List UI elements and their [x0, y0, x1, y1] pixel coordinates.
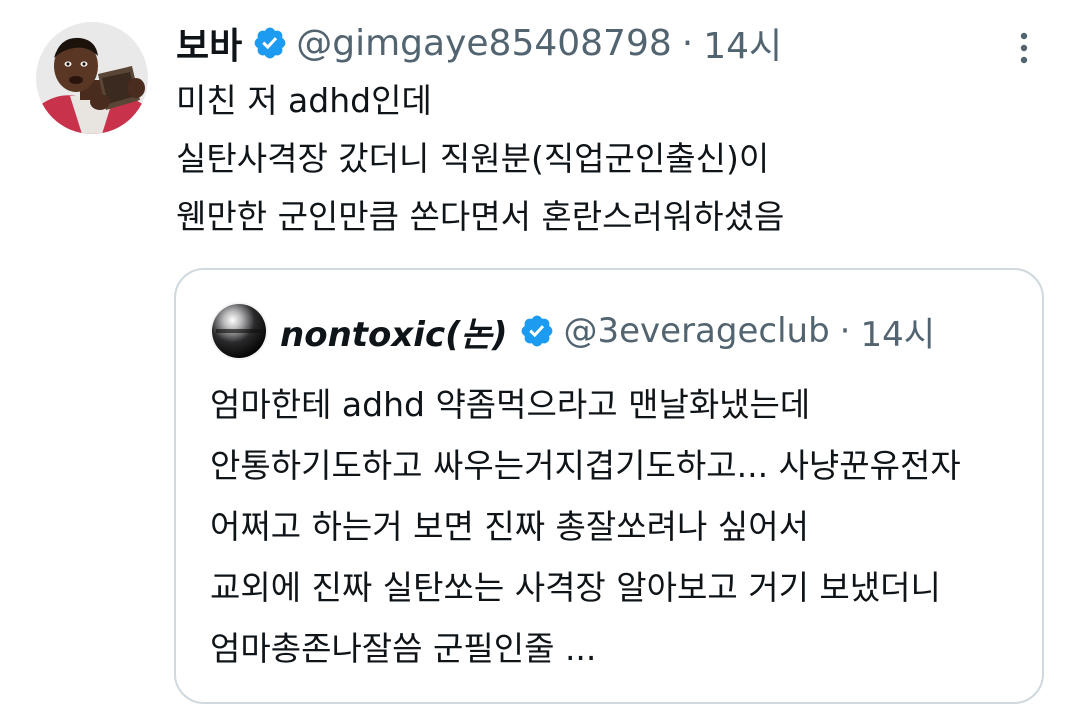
author-avatar[interactable]	[36, 22, 148, 134]
quoted-author-display-name[interactable]: nontoxic(논)	[280, 307, 507, 356]
tweet-header: 보바 @gimgaye85408798 · 14시	[176, 17, 782, 69]
quoted-text-line: 어쩌고 하는거 보면 진짜 총잘쏘려나 싶어서	[210, 507, 809, 546]
quoted-text-line: 교외에 진짜 실탄쏘는 사격장 알아보고 거기 보냈더니	[210, 568, 941, 607]
quoted-tweet-card[interactable]: nontoxic(논) @3everageclub · 14시 엄마한테 adh…	[174, 268, 1044, 704]
separator-dot: ·	[681, 22, 694, 64]
separator-dot: ·	[839, 311, 851, 351]
quoted-author-handle[interactable]: @3everageclub	[563, 311, 829, 351]
quoted-tweet-header: nontoxic(논) @3everageclub · 14시	[210, 300, 935, 362]
verified-badge-icon	[252, 25, 288, 61]
chrome-sphere-avatar-icon	[210, 302, 268, 360]
author-handle[interactable]: @gimgaye85408798	[296, 23, 672, 64]
quoted-text-line: 엄마총존나잘씀 군필인줄 ...	[210, 629, 597, 668]
tweet-text-line: 실탄사격장 갔더니 직원분(직업군인출신)이	[176, 139, 770, 178]
tweet-text-line: 웬만한 군인만큼 쏜다면서 혼란스러워하셨음	[176, 197, 785, 236]
tweet-text-line: 미친 저 adhd인데	[176, 81, 432, 120]
quoted-text-line: 엄마한테 adhd 약좀먹으라고 맨날화냈는데	[210, 385, 811, 424]
quoted-tweet-timestamp[interactable]: 14시	[860, 307, 935, 356]
verified-badge-icon	[519, 313, 555, 349]
tweet-text: 미친 저 adhd인데 실탄사격장 갔더니 직원분(직업군인출신)이 웬만한 군…	[176, 72, 1036, 246]
vertical-ellipsis-icon	[1020, 32, 1028, 64]
tweet[interactable]: 보바 @gimgaye85408798 · 14시 미친 저 adhd인데 실탄…	[0, 0, 1080, 714]
author-display-name[interactable]: 보바	[176, 17, 242, 69]
quoted-tweet-text: 엄마한테 adhd 약좀먹으라고 맨날화냈는데 안통하기도하고 싸우는거지겹기도…	[210, 374, 1030, 679]
quoted-author-avatar[interactable]	[210, 302, 268, 360]
more-options-button[interactable]	[1006, 24, 1042, 72]
profile-photo-icon	[36, 22, 148, 134]
quoted-text-line: 안통하기도하고 싸우는거지겹기도하고... 사냥꾼유전자	[210, 446, 961, 485]
tweet-timestamp[interactable]: 14시	[703, 17, 782, 69]
